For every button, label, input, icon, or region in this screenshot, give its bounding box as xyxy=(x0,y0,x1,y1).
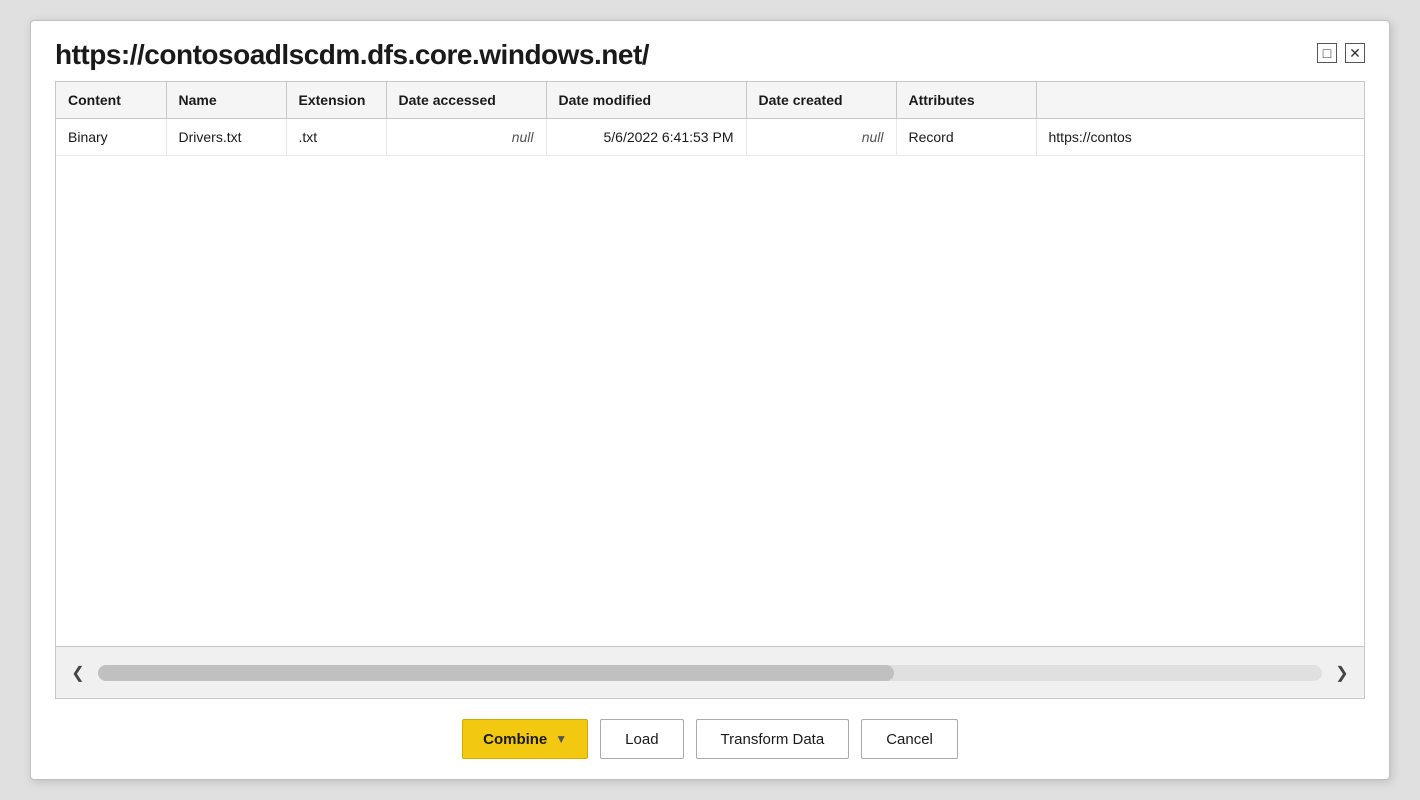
header-row: Content Name Extension Date accessed Dat… xyxy=(56,82,1364,119)
scrollbar-track[interactable] xyxy=(98,665,1322,681)
footer: Combine ▼ Load Transform Data Cancel xyxy=(31,699,1389,779)
cell-date-created: null xyxy=(746,119,896,156)
combine-dropdown-arrow: ▼ xyxy=(555,732,567,746)
cell-extension: .txt xyxy=(286,119,386,156)
col-header-url xyxy=(1036,82,1364,119)
load-button[interactable]: Load xyxy=(600,719,683,759)
cancel-button[interactable]: Cancel xyxy=(861,719,958,759)
combine-label: Combine xyxy=(483,731,547,748)
cell-name: Drivers.txt xyxy=(166,119,286,156)
table-row: BinaryDrivers.txt.txtnull5/6/2022 6:41:5… xyxy=(56,119,1364,156)
col-header-content: Content xyxy=(56,82,166,119)
dialog-title: https://contosoadlscdm.dfs.core.windows.… xyxy=(55,39,649,71)
col-header-attributes: Attributes xyxy=(896,82,1036,119)
table-body-area: Content Name Extension Date accessed Dat… xyxy=(56,82,1364,646)
scroll-right-button[interactable]: ❯ xyxy=(1328,659,1356,687)
combine-button[interactable]: Combine ▼ xyxy=(462,719,588,759)
scrollbar-thumb xyxy=(98,665,894,681)
transform-data-button[interactable]: Transform Data xyxy=(696,719,850,759)
scroll-left-button[interactable]: ❮ xyxy=(64,659,92,687)
cell-content: Binary xyxy=(56,119,166,156)
scrollbar-area: ❮ ❯ xyxy=(56,646,1364,698)
title-bar: https://contosoadlscdm.dfs.core.windows.… xyxy=(31,21,1389,81)
table-body: BinaryDrivers.txt.txtnull5/6/2022 6:41:5… xyxy=(56,119,1364,156)
cell-url: https://contos xyxy=(1036,119,1364,156)
col-header-date-created: Date created xyxy=(746,82,896,119)
table-header: Content Name Extension Date accessed Dat… xyxy=(56,82,1364,119)
cell-date-accessed: null xyxy=(386,119,546,156)
col-header-name: Name xyxy=(166,82,286,119)
minimize-button[interactable]: □ xyxy=(1317,43,1337,63)
window-controls: □ ✕ xyxy=(1317,43,1365,63)
data-table: Content Name Extension Date accessed Dat… xyxy=(56,82,1364,156)
table-container: Content Name Extension Date accessed Dat… xyxy=(55,81,1365,699)
col-header-date-modified: Date modified xyxy=(546,82,746,119)
cell-attributes: Record xyxy=(896,119,1036,156)
main-dialog: https://contosoadlscdm.dfs.core.windows.… xyxy=(30,20,1390,780)
close-button[interactable]: ✕ xyxy=(1345,43,1365,63)
cell-date-modified: 5/6/2022 6:41:53 PM xyxy=(546,119,746,156)
col-header-date-accessed: Date accessed xyxy=(386,82,546,119)
col-header-extension: Extension xyxy=(286,82,386,119)
